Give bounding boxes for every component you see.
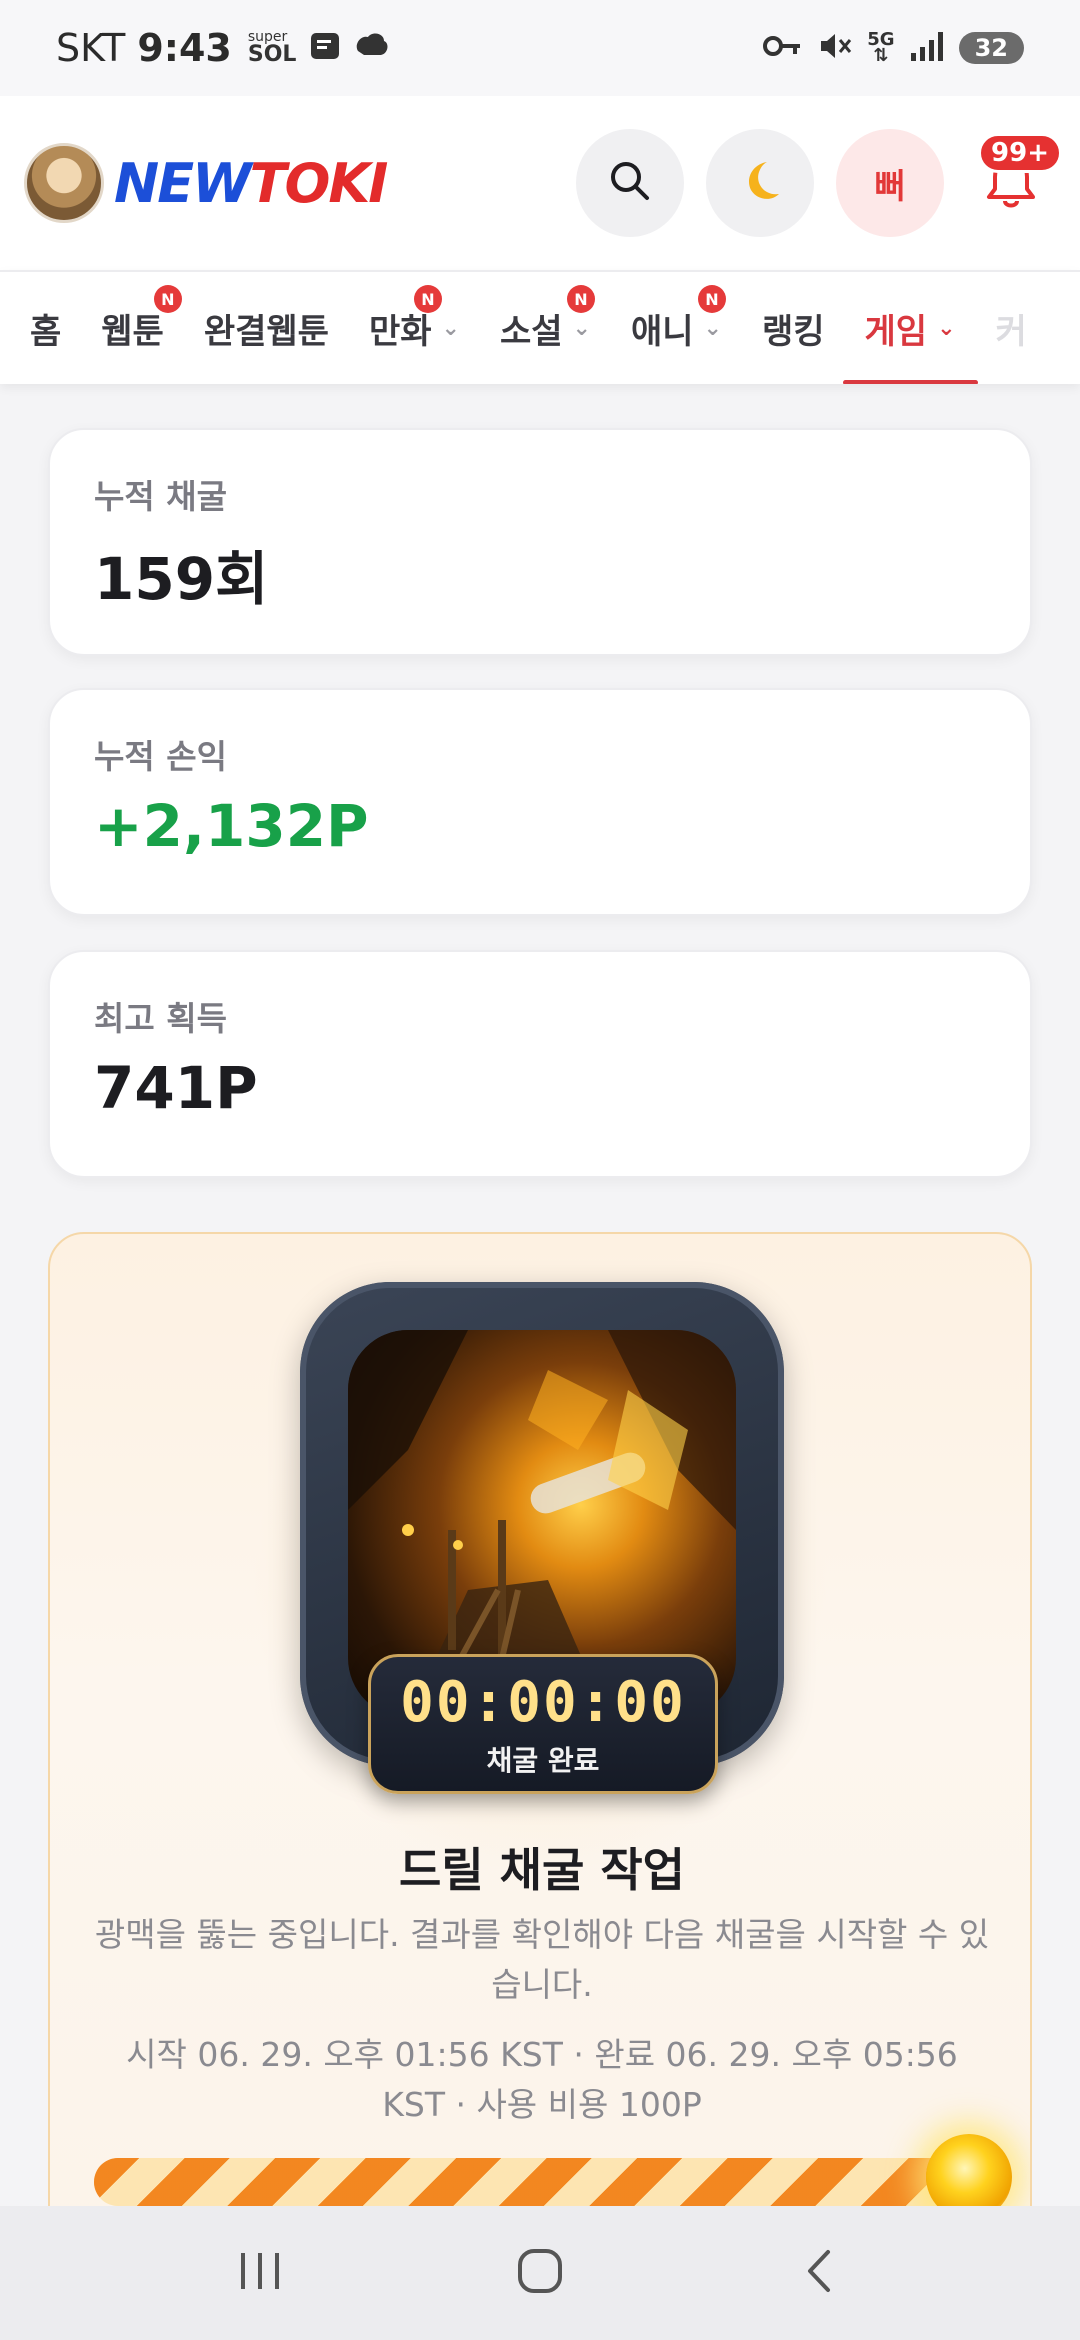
- new-badge: N: [153, 285, 182, 313]
- app-header: NEWTOKI 뻐 99+: [0, 96, 1080, 270]
- home-button[interactable]: [500, 2233, 580, 2313]
- tab-overflow[interactable]: 커: [996, 272, 1027, 384]
- drill-mining-panel: 00:00:00 채굴 완료 드릴 채굴 작업 광맥을 뚫는 중입니다. 결과를…: [48, 1232, 1032, 2340]
- stat-value: 159회: [94, 545, 269, 613]
- home-icon: [515, 2246, 565, 2300]
- back-icon: [800, 2246, 840, 2300]
- tab-webtoon[interactable]: 웹툰 N: [101, 272, 182, 384]
- stat-label: 누적 손익: [94, 737, 227, 776]
- recents-icon: [235, 2249, 285, 2297]
- stat-card-total-mining: 누적 채굴 159회: [48, 428, 1032, 656]
- stat-label: 최고 획득: [94, 999, 227, 1038]
- moon-icon: [735, 156, 785, 210]
- notifications-button[interactable]: 99+: [966, 129, 1062, 237]
- battery-indicator: 32: [958, 32, 1024, 64]
- notes-icon: [308, 29, 342, 67]
- search-icon: [607, 158, 653, 208]
- stat-label: 누적 채굴: [94, 477, 227, 516]
- tab-home[interactable]: 홈: [30, 272, 61, 384]
- signal-icon: [909, 29, 945, 67]
- vpn-key-icon: [763, 33, 803, 63]
- stat-value: 741P: [94, 1054, 258, 1122]
- new-badge: N: [566, 285, 595, 313]
- mining-title: 드릴 채굴 작업: [399, 1843, 685, 1897]
- recent-apps-button[interactable]: [220, 2233, 300, 2313]
- status-bar: SKT 9:43 super SOL 5G ⇅ 32: [0, 0, 1080, 96]
- timer-value: 00:00:00: [400, 1669, 686, 1735]
- stat-value: +2,132P: [94, 792, 369, 860]
- mining-description: 광맥을 뚫는 중입니다. 결과를 확인해야 다음 채굴을 시작할 수 있습니다.: [94, 1915, 990, 2004]
- notification-count-badge: 99+: [978, 133, 1062, 173]
- tab-novel[interactable]: 소설 ⌄ N: [500, 272, 595, 384]
- back-button[interactable]: [780, 2233, 860, 2313]
- clock: 9:43: [137, 26, 232, 70]
- system-navigation-bar: [0, 2206, 1080, 2340]
- chevron-down-icon: ⌄: [703, 315, 722, 341]
- chevron-down-icon: ⌄: [572, 315, 591, 341]
- network-5g-icon: 5G ⇅: [867, 29, 895, 66]
- tab-ranking[interactable]: 랭킹: [762, 272, 825, 384]
- mining-meta: 시작 06. 29. 오후 01:56 KST · 완료 06. 29. 오후 …: [126, 2035, 958, 2124]
- shortcut-button[interactable]: 뻐: [836, 129, 944, 237]
- tab-game[interactable]: 게임 ⌄: [842, 272, 978, 384]
- mute-icon: [817, 28, 853, 68]
- cloud-app-icon: [352, 29, 390, 67]
- super-sol-icon: super SOL: [247, 29, 297, 67]
- new-badge: N: [413, 285, 442, 313]
- mining-timer: 00:00:00 채굴 완료: [368, 1654, 718, 1794]
- category-tabs: 홈 웹툰 N 완결웹툰 만화 ⌄ N 소설 ⌄ N 애니 ⌄ N 랭킹 게임 ⌄…: [0, 270, 1080, 384]
- tab-completed-webtoon[interactable]: 완결웹툰: [204, 272, 329, 384]
- tab-manga[interactable]: 만화 ⌄ N: [369, 272, 460, 384]
- new-badge: N: [697, 285, 726, 313]
- site-mascot-avatar[interactable]: [24, 143, 104, 223]
- progress-fill: [94, 2158, 984, 2206]
- mining-progress-bar: [94, 2158, 984, 2206]
- carrier-label: SKT: [56, 26, 126, 70]
- status-icons: 5G ⇅ 32: [763, 28, 1024, 68]
- chevron-down-icon: ⌄: [441, 315, 460, 341]
- chevron-down-icon: ⌄: [937, 315, 956, 341]
- site-logo[interactable]: NEWTOKI: [114, 152, 388, 215]
- tab-anime[interactable]: 애니 ⌄ N: [631, 272, 726, 384]
- dark-mode-toggle[interactable]: [706, 129, 814, 237]
- search-button[interactable]: [576, 129, 684, 237]
- timer-status: 채굴 완료: [486, 1743, 600, 1777]
- stat-card-best-gain: 최고 획득 741P: [48, 950, 1032, 1178]
- stat-card-total-profit: 누적 손익 +2,132P: [48, 688, 1032, 916]
